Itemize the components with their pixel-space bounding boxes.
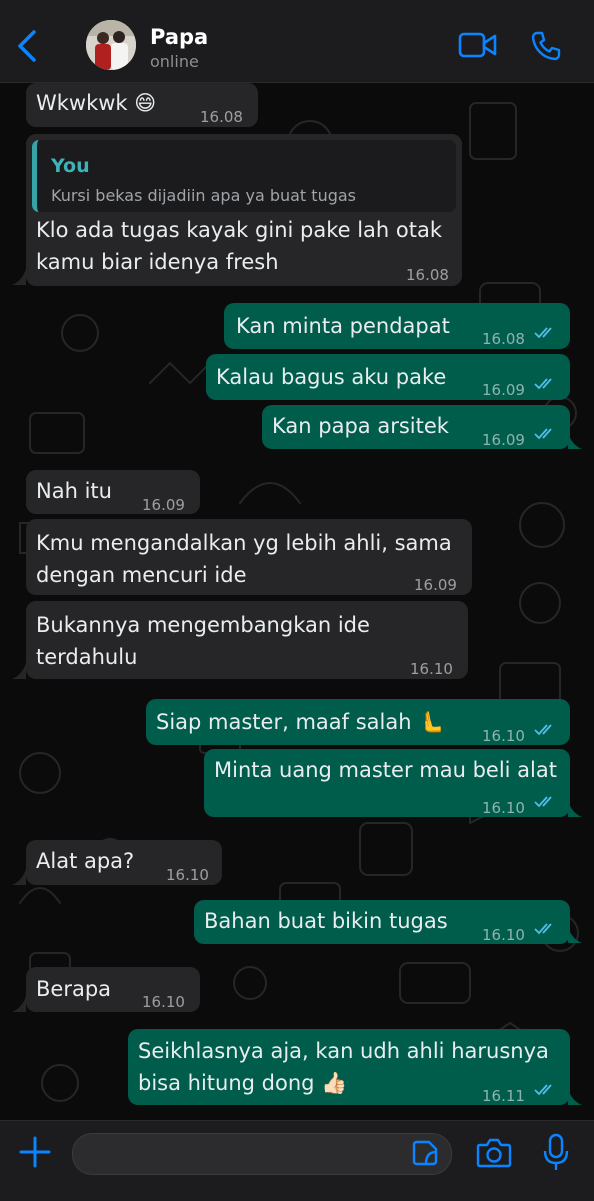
message-text-line: bisa hitung dong 👍🏻	[138, 1071, 348, 1095]
message-text-line: Seikhlasnya aja, kan udh ahli harusnya	[138, 1039, 549, 1063]
message-time: 16.08	[200, 108, 243, 126]
bubble-tail-incoming	[12, 269, 26, 285]
message-time: 16.11	[482, 1087, 525, 1105]
message-text: Bahan buat bikin tugas	[204, 909, 448, 933]
message-time: 16.09	[142, 496, 185, 514]
read-receipt-icon	[534, 378, 552, 390]
bubble-tail-outgoing	[568, 1089, 582, 1105]
message-bubble-incoming[interactable]: Nah itu 16.09	[26, 470, 200, 514]
camera-icon[interactable]	[476, 1137, 512, 1169]
message-time: 16.08	[406, 266, 449, 284]
composer-bar	[0, 1120, 594, 1201]
message-bubble-incoming[interactable]: Alat apa? 16.10	[26, 840, 222, 885]
message-list[interactable]: Wkwkwk 😄 16.08 You Kursi bekas dijadiin …	[0, 83, 594, 1120]
message-time: 16.10	[482, 727, 525, 745]
message-time: 16.10	[142, 993, 185, 1011]
message-bubble-outgoing[interactable]: Kan minta pendapat 16.08	[224, 303, 570, 349]
read-receipt-icon	[534, 327, 552, 339]
message-text-line: dengan mencuri ide	[36, 563, 247, 587]
message-time: 16.10	[166, 866, 209, 884]
message-input[interactable]	[72, 1133, 452, 1175]
message-text: Berapa	[36, 977, 112, 1001]
plus-icon[interactable]	[18, 1135, 52, 1169]
message-text-line: Bukannya mengembangkan ide	[36, 613, 370, 637]
message-time: 16.10	[482, 799, 525, 817]
message-bubble-outgoing[interactable]: Kalau bagus aku pake 16.09	[206, 354, 570, 400]
message-text-line: Kmu mengandalkan yg lebih ahli, sama	[36, 531, 452, 555]
message-bubble-outgoing[interactable]: Kan papa arsitek 16.09	[262, 405, 570, 449]
message-bubble-incoming[interactable]: Kmu mengandalkan yg lebih ahli, sama den…	[26, 519, 472, 595]
message-time: 16.10	[482, 926, 525, 944]
read-receipt-icon	[534, 724, 552, 736]
message-text-line: terdahulu	[36, 645, 138, 669]
bubble-tail-outgoing	[568, 927, 582, 943]
message-text-line: Klo ada tugas kayak gini pake lah otak	[36, 218, 443, 242]
message-time: 16.09	[482, 381, 525, 399]
message-bubble-incoming[interactable]: Berapa 16.10	[26, 967, 200, 1012]
message-text: Alat apa?	[36, 849, 135, 873]
message-time: 16.10	[410, 660, 453, 678]
message-text: Kan papa arsitek	[272, 414, 449, 438]
bubble-tail-outgoing	[568, 801, 582, 817]
video-call-icon[interactable]	[458, 30, 498, 60]
message-bubble-incoming[interactable]: Wkwkwk 😄 16.08	[26, 83, 258, 127]
read-receipt-icon	[534, 428, 552, 440]
contact-name[interactable]: Papa	[150, 25, 208, 49]
quote-text: Kursi bekas dijadiin apa ya buat tugas	[51, 186, 356, 205]
phone-call-icon[interactable]	[530, 30, 562, 62]
chat-header: Papa online	[0, 0, 594, 83]
message-text: Wkwkwk 😄	[36, 91, 157, 115]
message-text-line: kamu biar idenya fresh	[36, 250, 279, 274]
bubble-tail-outgoing	[568, 433, 582, 449]
bubble-tail-incoming	[12, 663, 26, 679]
message-text: Nah itu	[36, 479, 112, 503]
contact-status: online	[150, 52, 199, 71]
back-chevron-icon[interactable]	[12, 26, 42, 66]
read-receipt-icon	[534, 1084, 552, 1096]
message-time: 16.09	[414, 576, 457, 594]
message-bubble-incoming[interactable]: You Kursi bekas dijadiin apa ya buat tug…	[26, 134, 462, 286]
message-bubble-incoming[interactable]: Bukannya mengembangkan ide terdahulu 16.…	[26, 601, 468, 679]
microphone-icon[interactable]	[543, 1133, 569, 1173]
message-bubble-outgoing[interactable]: Siap master, maaf salah 🫷 16.10	[146, 699, 570, 745]
quoted-message[interactable]: You Kursi bekas dijadiin apa ya buat tug…	[32, 140, 456, 212]
message-text: Minta uang master mau beli alat	[214, 758, 557, 782]
message-text: Kan minta pendapat	[236, 314, 450, 338]
message-bubble-outgoing[interactable]: Minta uang master mau beli alat 16.10	[204, 749, 570, 817]
contact-avatar[interactable]	[86, 20, 136, 70]
bubble-tail-incoming	[12, 869, 26, 885]
message-bubble-outgoing[interactable]: Seikhlasnya aja, kan udh ahli harusnya b…	[128, 1029, 570, 1105]
read-receipt-icon	[534, 923, 552, 935]
bubble-tail-incoming	[12, 996, 26, 1012]
message-text: Siap master, maaf salah 🫷	[156, 710, 445, 734]
message-text: Kalau bagus aku pake	[216, 365, 447, 389]
quote-author: You	[51, 155, 90, 177]
message-bubble-outgoing[interactable]: Bahan buat bikin tugas 16.10	[194, 900, 570, 944]
message-time: 16.09	[482, 431, 525, 449]
read-receipt-icon	[534, 796, 552, 808]
sticker-icon[interactable]	[412, 1140, 438, 1166]
message-time: 16.08	[482, 330, 525, 348]
